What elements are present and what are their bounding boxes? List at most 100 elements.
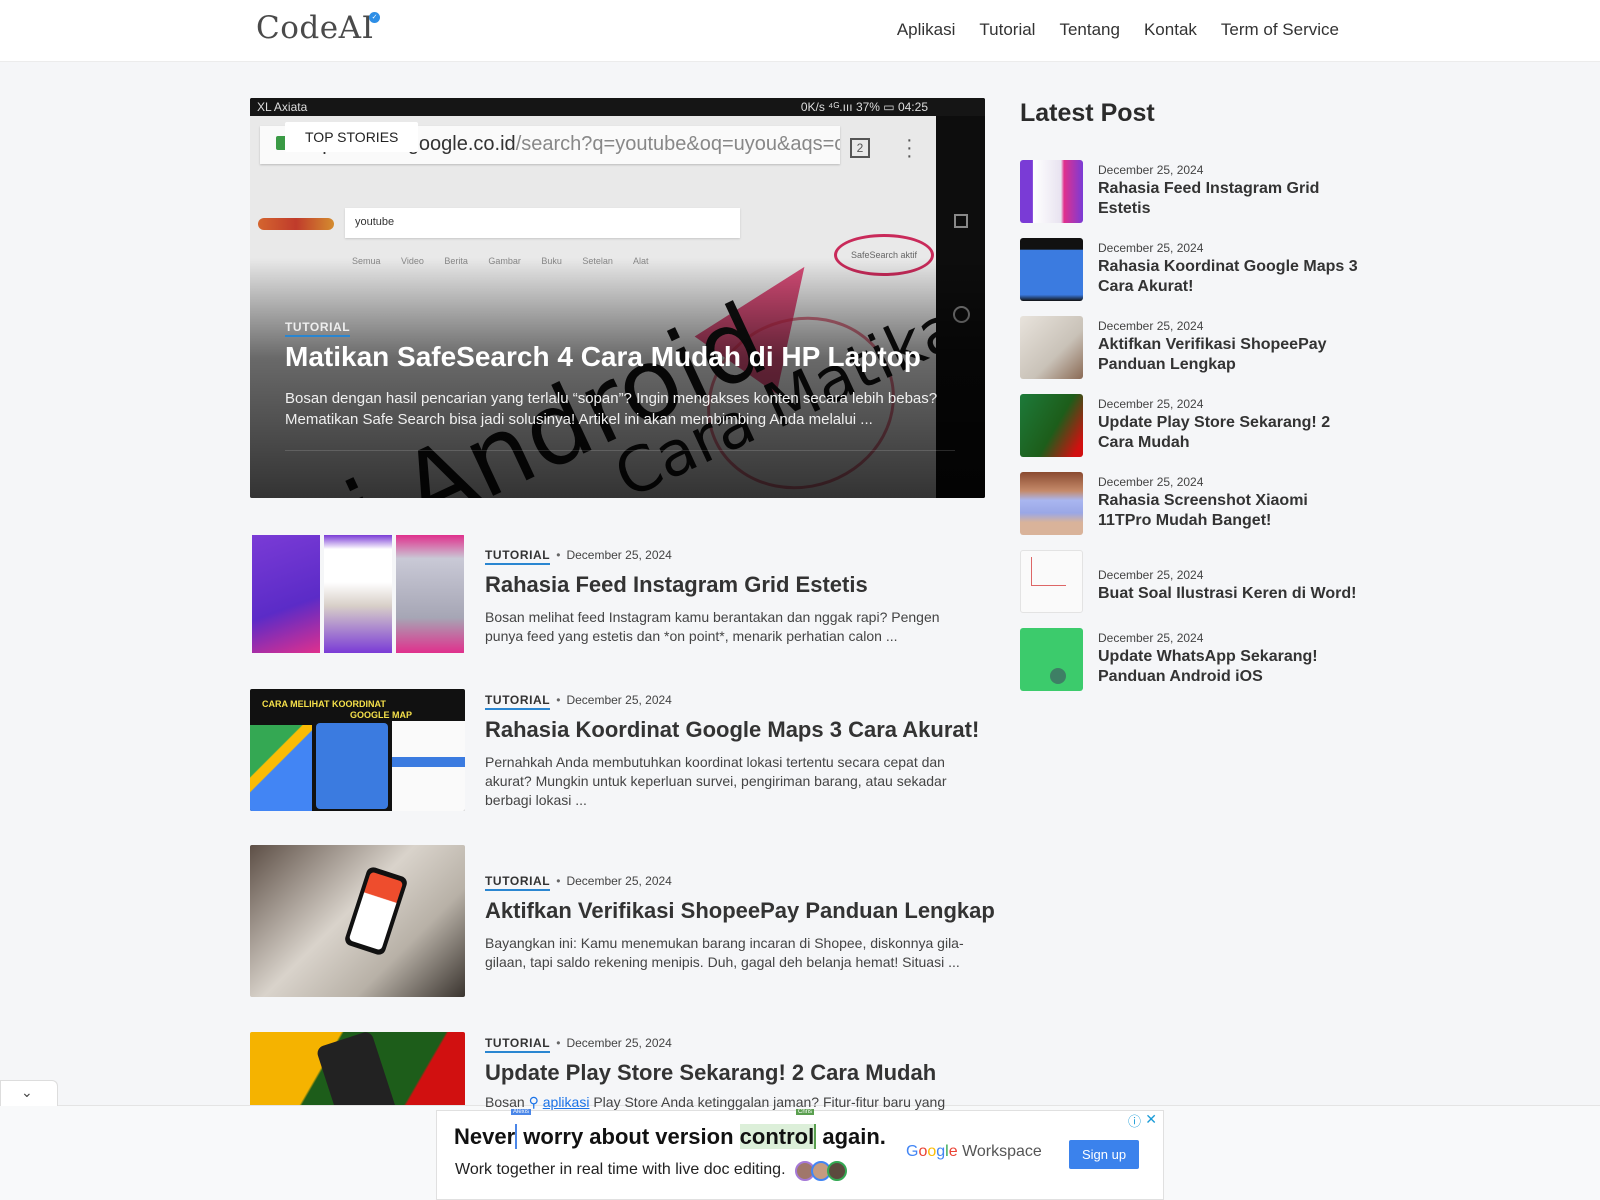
post-meta: TUTORIAL • December 25, 2024	[485, 693, 975, 710]
sidebar-post-date: December 25, 2024	[1098, 631, 1204, 645]
sidebar-post-date: December 25, 2024	[1098, 163, 1204, 177]
post-excerpt: Pernahkah Anda membutuhkan koordinat lok…	[485, 754, 947, 808]
ad-subline: Work together in real time with live doc…	[455, 1161, 786, 1178]
sidebar-post-date: December 25, 2024	[1098, 241, 1204, 255]
post-excerpt-peek: Bosan ⚲ aplikasi Play Store Anda ketingg…	[485, 1094, 945, 1111]
excerpt-prefix: Bosan	[485, 1094, 525, 1110]
post-category-link[interactable]: TUTORIAL	[485, 548, 551, 565]
post-title[interactable]: Rahasia Koordinat Google Maps 3 Cara Aku…	[485, 716, 979, 744]
meta-separator: •	[556, 548, 561, 562]
ad-headline: Never worry about version control again.	[454, 1124, 886, 1150]
collapse-ad-button[interactable]: ⌄	[0, 1080, 58, 1106]
post-title[interactable]: Rahasia Feed Instagram Grid Estetis	[485, 571, 975, 599]
maps-icon	[250, 725, 312, 811]
site-header: CodeAI ✓ Aplikasi Tutorial Tentang Konta…	[0, 0, 1600, 62]
chevron-down-icon: ⌄	[21, 1084, 33, 1100]
hero-divider	[285, 450, 955, 451]
thumb-phone	[315, 1032, 399, 1112]
sidebar-post-thumbnail	[1020, 316, 1083, 379]
brand-letter: e	[948, 1143, 958, 1160]
sidebar-post-thumbnail	[1020, 550, 1083, 613]
post-category-link[interactable]: TUTORIAL	[485, 874, 551, 891]
hero-category-link[interactable]: TUTORIAL	[285, 320, 351, 337]
thumb-caption: CARA MELIHAT KOORDINAT	[262, 699, 386, 709]
ad-headline-part: Never	[454, 1124, 516, 1149]
nav-term-of-service[interactable]: Term of Service	[1221, 20, 1339, 40]
post-date: December 25, 2024	[566, 693, 672, 707]
post-body: TUTORIAL • December 25, 2024 Aktifkan Veri…	[485, 874, 995, 972]
post-thumbnail[interactable]	[250, 1032, 465, 1112]
meta-separator: •	[556, 874, 561, 888]
excerpt-link[interactable]: aplikasi	[543, 1094, 590, 1110]
brand-letter: g	[936, 1143, 946, 1160]
post-thumbnail[interactable]	[250, 535, 465, 653]
post-date: December 25, 2024	[566, 548, 672, 562]
meta-separator: •	[556, 693, 561, 707]
thumb-panel	[324, 535, 392, 653]
hero-title[interactable]: Matikan SafeSearch 4 Cara Mudah di HP La…	[285, 341, 965, 373]
ad-avatars	[795, 1161, 847, 1181]
post-body: TUTORIAL • December 25, 2024 Update Play S…	[485, 1036, 975, 1087]
thumb-phone	[343, 865, 409, 957]
sidebar-post-thumbnail	[1020, 160, 1083, 223]
post-title[interactable]: Update Play Store Sekarang! 2 Cara Mudah	[485, 1059, 975, 1087]
post-meta: TUTORIAL • December 25, 2024	[485, 1036, 975, 1053]
post-category-link[interactable]: TUTORIAL	[485, 693, 551, 710]
sidebar-post-date: December 25, 2024	[1098, 568, 1204, 582]
ad-close-icon[interactable]: ✕	[1145, 1111, 1157, 1128]
sidebar-post-title[interactable]: Aktifkan Verifikasi ShopeePay Panduan Le…	[1098, 335, 1360, 375]
search-icon: ⚲	[528, 1094, 539, 1110]
sidebar-post-date: December 25, 2024	[1098, 397, 1204, 411]
main-nav: Aplikasi Tutorial Tentang Kontak Term of…	[897, 20, 1339, 40]
nav-kontak[interactable]: Kontak	[1144, 20, 1197, 40]
ad-headline-part: again.	[814, 1124, 886, 1149]
post-thumbnail[interactable]	[250, 845, 465, 997]
ad-info-icon[interactable]: ⓘ	[1128, 1111, 1141, 1130]
sidebar-post-thumbnail	[1020, 238, 1083, 301]
hero-featured-post[interactable]: XL Axiata 0K/s ⁴ᴳ.ııı 37% ▭ 04:25 https:…	[250, 98, 985, 498]
sidebar-post-date: December 25, 2024	[1098, 475, 1204, 489]
sidebar-post-title[interactable]: Rahasia Koordinat Google Maps 3 Cara Aku…	[1098, 257, 1360, 297]
sidebar-post-title[interactable]: Rahasia Screenshot Xiaomi 11TPro Mudah B…	[1098, 491, 1360, 531]
top-stories-badge[interactable]: TOP STORIES	[285, 122, 419, 152]
thumb-panel	[252, 535, 320, 653]
post-body: TUTORIAL • December 25, 2024 Rahasia Koord…	[485, 693, 979, 810]
sidebar-post-thumbnail	[1020, 394, 1083, 457]
ad-signup-button[interactable]: Sign up	[1069, 1140, 1139, 1169]
hero-excerpt: Bosan dengan hasil pencarian yang terlal…	[285, 390, 938, 428]
thumb-panel	[316, 723, 388, 809]
post-thumbnail[interactable]: CARA MELIHAT KOORDINAT GOOGLE MAP	[250, 689, 465, 811]
sidebar-post-title[interactable]: Update WhatsApp Sekarang! Panduan Androi…	[1098, 647, 1360, 687]
avatar	[827, 1161, 847, 1181]
post-excerpt: Bosan melihat feed Instagram kamu berant…	[485, 609, 940, 644]
post-meta: TUTORIAL • December 25, 2024	[485, 548, 975, 565]
sidebar-post-title[interactable]: Update Play Store Sekarang! 2 Cara Mudah	[1098, 413, 1360, 453]
nav-tentang[interactable]: Tentang	[1059, 20, 1120, 40]
ad-headline-part: worry about version	[515, 1124, 740, 1149]
post-date: December 25, 2024	[566, 874, 672, 888]
google-workspace-logo: Google Workspace	[906, 1143, 1042, 1161]
nav-tutorial[interactable]: Tutorial	[979, 20, 1035, 40]
hero-gradient-overlay	[250, 98, 985, 498]
nav-aplikasi[interactable]: Aplikasi	[897, 20, 956, 40]
ad-cursor-tag: Alexis	[511, 1109, 532, 1115]
verified-check-icon: ✓	[369, 12, 380, 23]
sidebar-post-thumbnail	[1020, 472, 1083, 535]
post-excerpt: Bayangkan ini: Kamu menemukan barang inc…	[485, 935, 964, 970]
thumb-panel	[396, 535, 464, 653]
thumb-caption: GOOGLE MAP	[350, 710, 413, 720]
post-body: TUTORIAL • December 25, 2024 Rahasia Feed …	[485, 548, 975, 646]
sidebar-post-title[interactable]: Buat Soal Ilustrasi Keren di Word!	[1098, 584, 1360, 604]
sidebar-post-thumbnail	[1020, 628, 1083, 691]
brand-letter: o	[927, 1143, 937, 1160]
ad-cursor-tag: Chris	[796, 1109, 815, 1115]
post-title[interactable]: Aktifkan Verifikasi ShopeePay Panduan Le…	[485, 897, 995, 925]
site-logo[interactable]: CodeAI	[256, 10, 374, 46]
ad-headline-part: control	[739, 1124, 815, 1149]
sidebar-post-title[interactable]: Rahasia Feed Instagram Grid Estetis	[1098, 179, 1360, 219]
post-meta: TUTORIAL • December 25, 2024	[485, 874, 975, 891]
post-category-link[interactable]: TUTORIAL	[485, 1036, 551, 1053]
excerpt-rest: Play Store Anda ketinggalan jaman? Fitur…	[593, 1094, 946, 1110]
advertisement-banner[interactable]: Never worry about version control again.…	[436, 1109, 1164, 1200]
post-date: December 25, 2024	[566, 1036, 672, 1050]
